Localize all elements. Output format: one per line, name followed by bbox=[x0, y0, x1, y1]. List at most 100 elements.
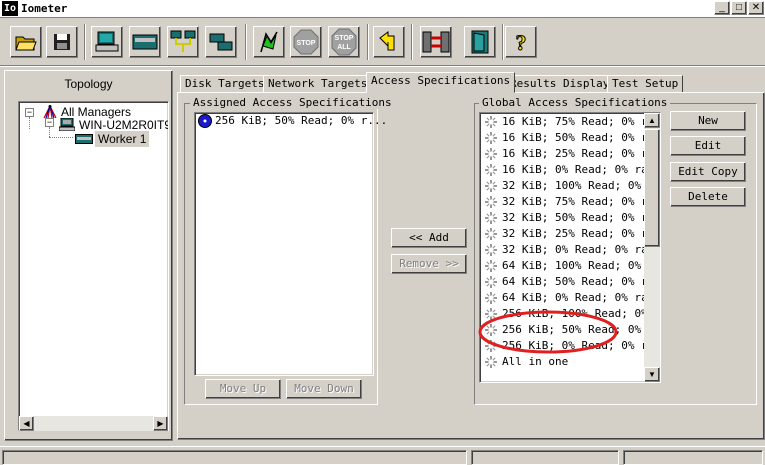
tree-item-all-managers[interactable]: All Managers bbox=[61, 105, 131, 119]
global-spec-item[interactable]: 32 KiB; 50% Read; 0% ra. bbox=[482, 210, 660, 226]
disconnect-icon bbox=[422, 31, 450, 53]
reset-arrow-icon bbox=[379, 31, 395, 51]
scroll-up-button[interactable]: ▲ bbox=[644, 113, 660, 128]
tab-test-setup[interactable]: Test Setup bbox=[607, 75, 684, 93]
global-spec-label: 32 KiB; 75% Read; 0% ra. bbox=[502, 195, 661, 208]
iometer-logo-icon: Io bbox=[2, 1, 18, 16]
stop-button[interactable]: STOP bbox=[290, 26, 322, 58]
exit-door-icon bbox=[471, 30, 489, 54]
maximize-button[interactable]: □ bbox=[731, 1, 747, 15]
exit-button[interactable] bbox=[464, 26, 496, 58]
copy-worker-icon bbox=[209, 33, 233, 51]
spec-spinner-icon bbox=[485, 276, 497, 288]
status-pane-3 bbox=[623, 450, 763, 465]
global-spec-label: All in one bbox=[502, 355, 569, 368]
display-button[interactable] bbox=[91, 26, 123, 58]
spec-spinner-icon bbox=[485, 180, 497, 192]
network-worker-icon bbox=[170, 30, 196, 52]
spec-spinner-icon bbox=[485, 164, 497, 176]
spec-spinner-icon bbox=[485, 196, 497, 208]
add-button[interactable]: << Add bbox=[391, 228, 467, 248]
scroll-left-button[interactable]: ◀ bbox=[19, 416, 34, 431]
new-manager-icon bbox=[132, 34, 158, 50]
network-worker-button[interactable] bbox=[167, 26, 199, 58]
tree-item-manager[interactable]: WIN-U2M2R0IT9H bbox=[79, 118, 168, 132]
move-up-button[interactable]: Move Up bbox=[205, 379, 281, 399]
save-disk-icon bbox=[54, 34, 70, 50]
spec-spinner-icon bbox=[485, 356, 497, 368]
edit-button[interactable]: Edit bbox=[670, 136, 746, 156]
assigned-list[interactable]: 256 KiB; 50% Read; 0% r... bbox=[194, 112, 387, 376]
worker-icon bbox=[75, 133, 93, 144]
start-flag-icon bbox=[260, 31, 278, 53]
global-spec-item[interactable]: 16 KiB; 25% Read; 0% ra. bbox=[482, 146, 660, 162]
scroll-right-button[interactable]: ▶ bbox=[153, 416, 168, 431]
tab-results-display[interactable]: Results Display bbox=[505, 75, 615, 93]
global-spec-item[interactable]: 32 KiB; 100% Read; 0% r. bbox=[482, 178, 660, 194]
expand-all-managers-icon[interactable]: − bbox=[25, 108, 34, 117]
global-vscrollbar[interactable]: ▲ ▼ bbox=[644, 113, 660, 382]
global-spec-label: 16 KiB; 0% Read; 0% rand bbox=[502, 163, 661, 176]
status-pane-1 bbox=[2, 450, 467, 465]
title-bar: Io Iometer _ □ ✕ bbox=[0, 0, 765, 18]
tree-item-worker[interactable]: Worker 1 bbox=[95, 131, 150, 147]
expand-manager-icon[interactable]: − bbox=[45, 118, 54, 127]
reset-button[interactable] bbox=[373, 26, 405, 58]
scroll-down-button[interactable]: ▼ bbox=[644, 367, 660, 382]
tab-disk-targets[interactable]: Disk Targets bbox=[180, 75, 270, 93]
move-down-button[interactable]: Move Down bbox=[286, 379, 362, 399]
global-spec-item[interactable]: 16 KiB; 75% Read; 0% ra. bbox=[482, 114, 660, 130]
global-spec-item[interactable]: 64 KiB; 50% Read; 0% ra. bbox=[482, 274, 660, 290]
global-spec-item[interactable]: 64 KiB; 100% Read; 0% r. bbox=[482, 258, 660, 274]
help-icon: ? bbox=[515, 30, 527, 54]
status-bar bbox=[0, 446, 765, 465]
global-spec-label: 64 KiB; 0% Read; 0% rand bbox=[502, 291, 661, 304]
disconnect-button[interactable] bbox=[420, 26, 452, 58]
tab-access-specifications[interactable]: Access Specifications bbox=[366, 72, 516, 93]
close-button[interactable]: ✕ bbox=[748, 1, 764, 15]
global-spec-item[interactable]: 64 KiB; 0% Read; 0% rand bbox=[482, 290, 660, 306]
global-spec-label: 32 KiB; 100% Read; 0% r. bbox=[502, 179, 661, 192]
assigned-group-title: Assigned Access Specifications bbox=[190, 96, 395, 109]
new-button[interactable]: New bbox=[670, 111, 746, 131]
global-spec-label: 32 KiB; 25% Read; 0% ra. bbox=[502, 227, 661, 240]
minimize-button[interactable]: _ bbox=[714, 1, 730, 15]
help-button[interactable]: ? bbox=[505, 26, 537, 58]
topology-hscrollbar[interactable]: ◀ ▶ bbox=[19, 416, 168, 431]
scroll-thumb[interactable] bbox=[644, 129, 660, 247]
svg-text:ALL: ALL bbox=[337, 44, 351, 51]
spec-spinner-icon bbox=[485, 260, 497, 272]
topology-tree[interactable]: − All Managers − WIN-U2M2R0IT9H Worker 1 bbox=[18, 101, 169, 431]
global-spec-label: 32 KiB; 0% Read; 0% rand bbox=[502, 243, 661, 256]
stop-icon: STOP bbox=[293, 29, 319, 55]
computer-icon bbox=[58, 117, 76, 132]
global-spec-item[interactable]: 32 KiB; 25% Read; 0% ra. bbox=[482, 226, 660, 242]
global-spec-label: 16 KiB; 50% Read; 0% ra. bbox=[502, 131, 661, 144]
new-manager-button[interactable] bbox=[129, 26, 161, 58]
global-spec-label: 64 KiB; 100% Read; 0% r. bbox=[502, 259, 661, 272]
window-title: Iometer bbox=[21, 2, 68, 15]
global-spec-item[interactable]: 32 KiB; 75% Read; 0% ra. bbox=[482, 194, 660, 210]
status-pane-2 bbox=[471, 450, 619, 465]
stop-all-button[interactable]: STOP ALL bbox=[328, 26, 360, 58]
save-button[interactable] bbox=[46, 26, 78, 58]
start-button[interactable] bbox=[253, 26, 285, 58]
global-spec-item[interactable]: All in one bbox=[482, 354, 644, 370]
display-icon bbox=[95, 31, 119, 52]
global-spec-item[interactable]: 32 KiB; 0% Read; 0% rand bbox=[482, 242, 660, 258]
global-spec-label: 16 KiB; 75% Read; 0% ra. bbox=[502, 115, 661, 128]
topology-title: Topology bbox=[64, 77, 113, 91]
global-spec-label: 64 KiB; 50% Read; 0% ra. bbox=[502, 275, 661, 288]
spec-spinner-icon bbox=[485, 132, 497, 144]
global-spec-label: 16 KiB; 25% Read; 0% ra. bbox=[502, 147, 661, 160]
delete-button[interactable]: Delete bbox=[670, 187, 746, 207]
tab-network-targets[interactable]: Network Targets bbox=[263, 75, 373, 93]
copy-worker-button[interactable] bbox=[205, 26, 237, 58]
remove-button[interactable]: Remove >> bbox=[391, 254, 467, 274]
open-button[interactable] bbox=[10, 26, 42, 58]
svg-text:STOP: STOP bbox=[297, 40, 316, 47]
edit-copy-button[interactable]: Edit Copy bbox=[670, 162, 746, 182]
assigned-list-item[interactable]: 256 KiB; 50% Read; 0% r... bbox=[197, 113, 387, 129]
global-spec-item[interactable]: 16 KiB; 0% Read; 0% rand bbox=[482, 162, 660, 178]
global-spec-item[interactable]: 16 KiB; 50% Read; 0% ra. bbox=[482, 130, 660, 146]
